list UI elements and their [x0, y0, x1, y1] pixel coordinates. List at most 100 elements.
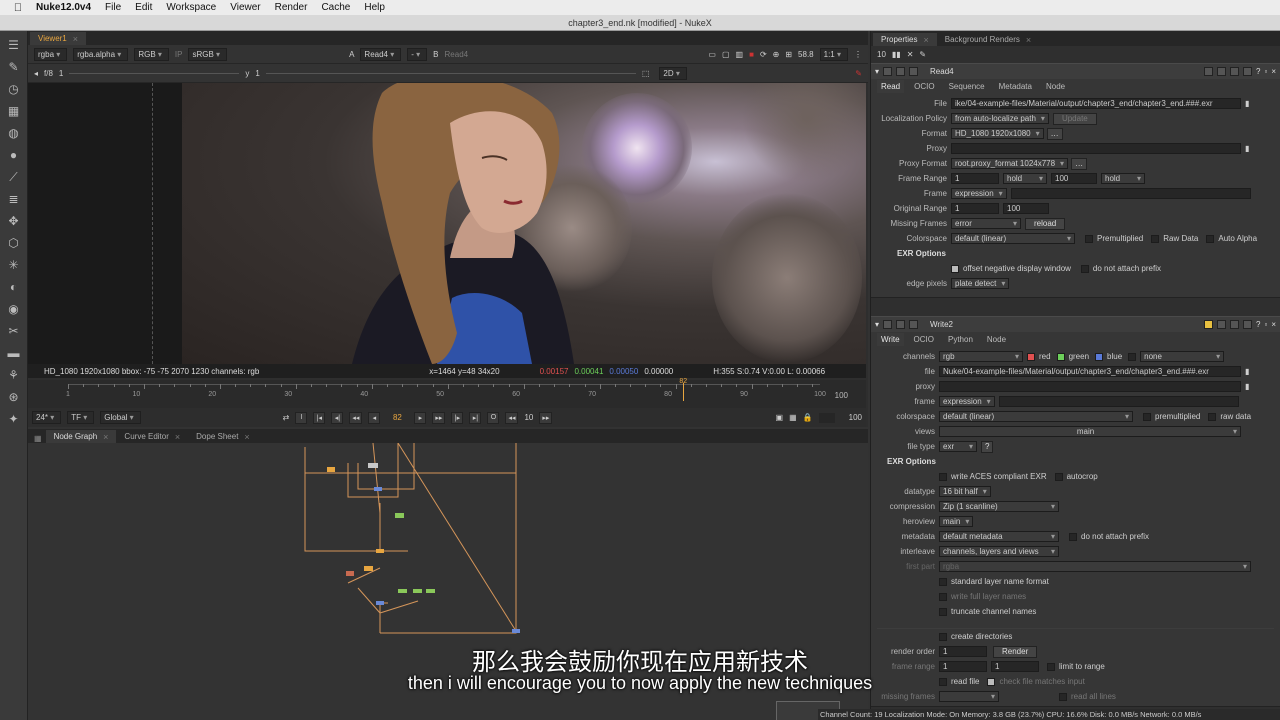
orig-start-field[interactable]: 1: [951, 203, 999, 214]
tab-node[interactable]: Node: [983, 333, 1010, 346]
orig-end-field[interactable]: 100: [1003, 203, 1049, 214]
deep-icon[interactable]: ◐: [6, 279, 22, 295]
tab-ocio[interactable]: OCIO: [910, 80, 938, 93]
undo-icon[interactable]: [1204, 320, 1214, 329]
node-state-icon[interactable]: [883, 320, 893, 329]
localization-dropdown[interactable]: from auto-localize path: [951, 113, 1049, 124]
redo-icon[interactable]: [1217, 67, 1227, 76]
fstop-value[interactable]: f/8: [44, 69, 53, 78]
refresh-icon[interactable]: ⟳: [760, 50, 767, 59]
channels-dropdown[interactable]: rgba: [34, 47, 68, 61]
fstop-icon[interactable]: ◂: [34, 69, 38, 78]
menu-render[interactable]: Render: [275, 2, 308, 13]
close-icon[interactable]: ×: [175, 432, 180, 442]
frame-mode-dropdown[interactable]: expression: [951, 188, 1007, 199]
composite-op-dropdown[interactable]: -: [407, 47, 428, 61]
alpha-channel-dropdown[interactable]: none: [1140, 351, 1225, 362]
range-end-field[interactable]: 100: [849, 413, 862, 422]
proxy-field[interactable]: [951, 143, 1241, 154]
reload-button[interactable]: reload: [1025, 217, 1066, 230]
close-icon[interactable]: ×: [103, 432, 108, 442]
file-browse-icon[interactable]: ▮: [1245, 367, 1249, 376]
lock-icon[interactable]: ⋮: [854, 50, 862, 59]
frame-start-mode-dropdown[interactable]: hold: [1003, 173, 1047, 184]
viewer-canvas[interactable]: [28, 83, 866, 364]
timeline-ruler[interactable]: 1 10 20 30 40 50 60 70 80 90 100 82: [66, 378, 826, 402]
timeline[interactable]: 1 10 20 30 40 50 60 70 80 90 100 82 100: [28, 378, 866, 408]
gamma-slider[interactable]: [265, 72, 636, 74]
premultiplied-checkbox[interactable]: [1085, 234, 1093, 243]
tab-curve-editor[interactable]: Curve Editor ×: [116, 430, 188, 443]
file-browse-icon[interactable]: ▮: [1245, 99, 1249, 108]
next-key-button[interactable]: |▸: [451, 411, 464, 424]
fps-dropdown[interactable]: 24*: [32, 411, 62, 424]
crop-icon[interactable]: ⬚: [642, 69, 650, 78]
close-icon[interactable]: ×: [1271, 67, 1276, 76]
collapse-icon[interactable]: ▾: [875, 320, 879, 329]
frame-expression-field[interactable]: [1010, 188, 1251, 199]
transform-icon[interactable]: ✥: [6, 213, 22, 229]
global-dropdown[interactable]: Global: [100, 411, 141, 424]
heroview-dropdown[interactable]: main: [939, 516, 974, 527]
proxy-browse-icon[interactable]: ▮: [1245, 382, 1249, 391]
tab-dope-sheet[interactable]: Dope Sheet ×: [188, 430, 258, 443]
edge-pixels-dropdown[interactable]: plate detect: [951, 278, 1010, 289]
close-icon[interactable]: ×: [923, 35, 928, 45]
tab-write[interactable]: Write: [877, 333, 904, 346]
step-field[interactable]: 10: [524, 413, 533, 422]
frame-mode-dropdown[interactable]: expression: [939, 396, 995, 407]
alpha-dropdown[interactable]: rgba.alpha: [73, 47, 129, 61]
first-frame-button[interactable]: |◂: [313, 411, 326, 424]
frame-end-mode-dropdown[interactable]: hold: [1101, 173, 1145, 184]
menu-cache[interactable]: Cache: [321, 2, 350, 13]
offset-negative-checkbox[interactable]: [951, 264, 959, 273]
std-layer-checkbox[interactable]: [939, 577, 947, 586]
node-name-field[interactable]: Write2: [930, 320, 953, 329]
step-forward-button[interactable]: ▸▸: [539, 411, 553, 424]
app-menu[interactable]: Nuke12.0v4: [36, 2, 91, 13]
revert-icon[interactable]: [1230, 320, 1240, 329]
ocula-icon[interactable]: ✦: [6, 411, 22, 427]
tab-node[interactable]: Node: [1042, 80, 1069, 93]
draw-icon[interactable]: ✎: [6, 59, 22, 75]
green-checkbox[interactable]: [1056, 352, 1065, 361]
autocrop-checkbox[interactable]: [1054, 472, 1063, 481]
node-view-icon[interactable]: [896, 320, 906, 329]
3d-icon[interactable]: ⬡: [6, 235, 22, 251]
proxy-format-edit-button[interactable]: …: [1071, 157, 1088, 170]
menu-edit[interactable]: Edit: [135, 2, 152, 13]
next-frame-button[interactable]: ▸▸: [432, 411, 446, 424]
close-icon[interactable]: ×: [1271, 320, 1276, 329]
lock-range-icon[interactable]: 🔒: [803, 413, 813, 422]
premultiplied-checkbox[interactable]: [1143, 412, 1151, 421]
metadata-dropdown[interactable]: default metadata: [939, 531, 1059, 542]
merge-icon[interactable]: ≣: [6, 191, 22, 207]
other-icon[interactable]: ⚘: [6, 367, 22, 383]
tf-dropdown[interactable]: TF: [67, 411, 95, 424]
file-type-dropdown[interactable]: exr: [939, 441, 977, 452]
filter-icon[interactable]: ●: [6, 147, 22, 163]
range-in-field[interactable]: [818, 412, 835, 423]
bounce-icon[interactable]: ⇄: [283, 413, 290, 422]
do-not-attach-prefix-checkbox[interactable]: [1069, 532, 1077, 541]
prev-key-button[interactable]: ◂|: [331, 411, 344, 424]
create-dirs-checkbox[interactable]: [939, 632, 947, 641]
help-icon[interactable]: ?: [1256, 67, 1260, 76]
clear-icon[interactable]: ✕: [907, 50, 914, 59]
node-color-icon[interactable]: [909, 67, 919, 76]
tab-node-graph[interactable]: Node Graph ×: [45, 430, 117, 443]
help-icon[interactable]: ?: [1256, 320, 1260, 329]
gamma-value[interactable]: 1: [255, 69, 259, 78]
collapse-icon[interactable]: ▾: [875, 67, 879, 76]
node-state-icon[interactable]: [883, 67, 893, 76]
float-icon[interactable]: [1243, 320, 1253, 329]
lut-dropdown[interactable]: sRGB: [188, 47, 228, 61]
tab-read[interactable]: Read: [877, 80, 905, 93]
alpha-checkbox[interactable]: [1128, 352, 1137, 361]
sync-icon[interactable]: ⊕: [773, 50, 780, 59]
edit-icon[interactable]: ✎: [919, 50, 926, 59]
truncate-checkbox[interactable]: [939, 607, 947, 616]
furnace-icon[interactable]: ⊛: [6, 389, 22, 405]
channels-dropdown[interactable]: rgb: [939, 351, 1023, 362]
view-mode-dropdown[interactable]: 2D: [659, 66, 687, 80]
